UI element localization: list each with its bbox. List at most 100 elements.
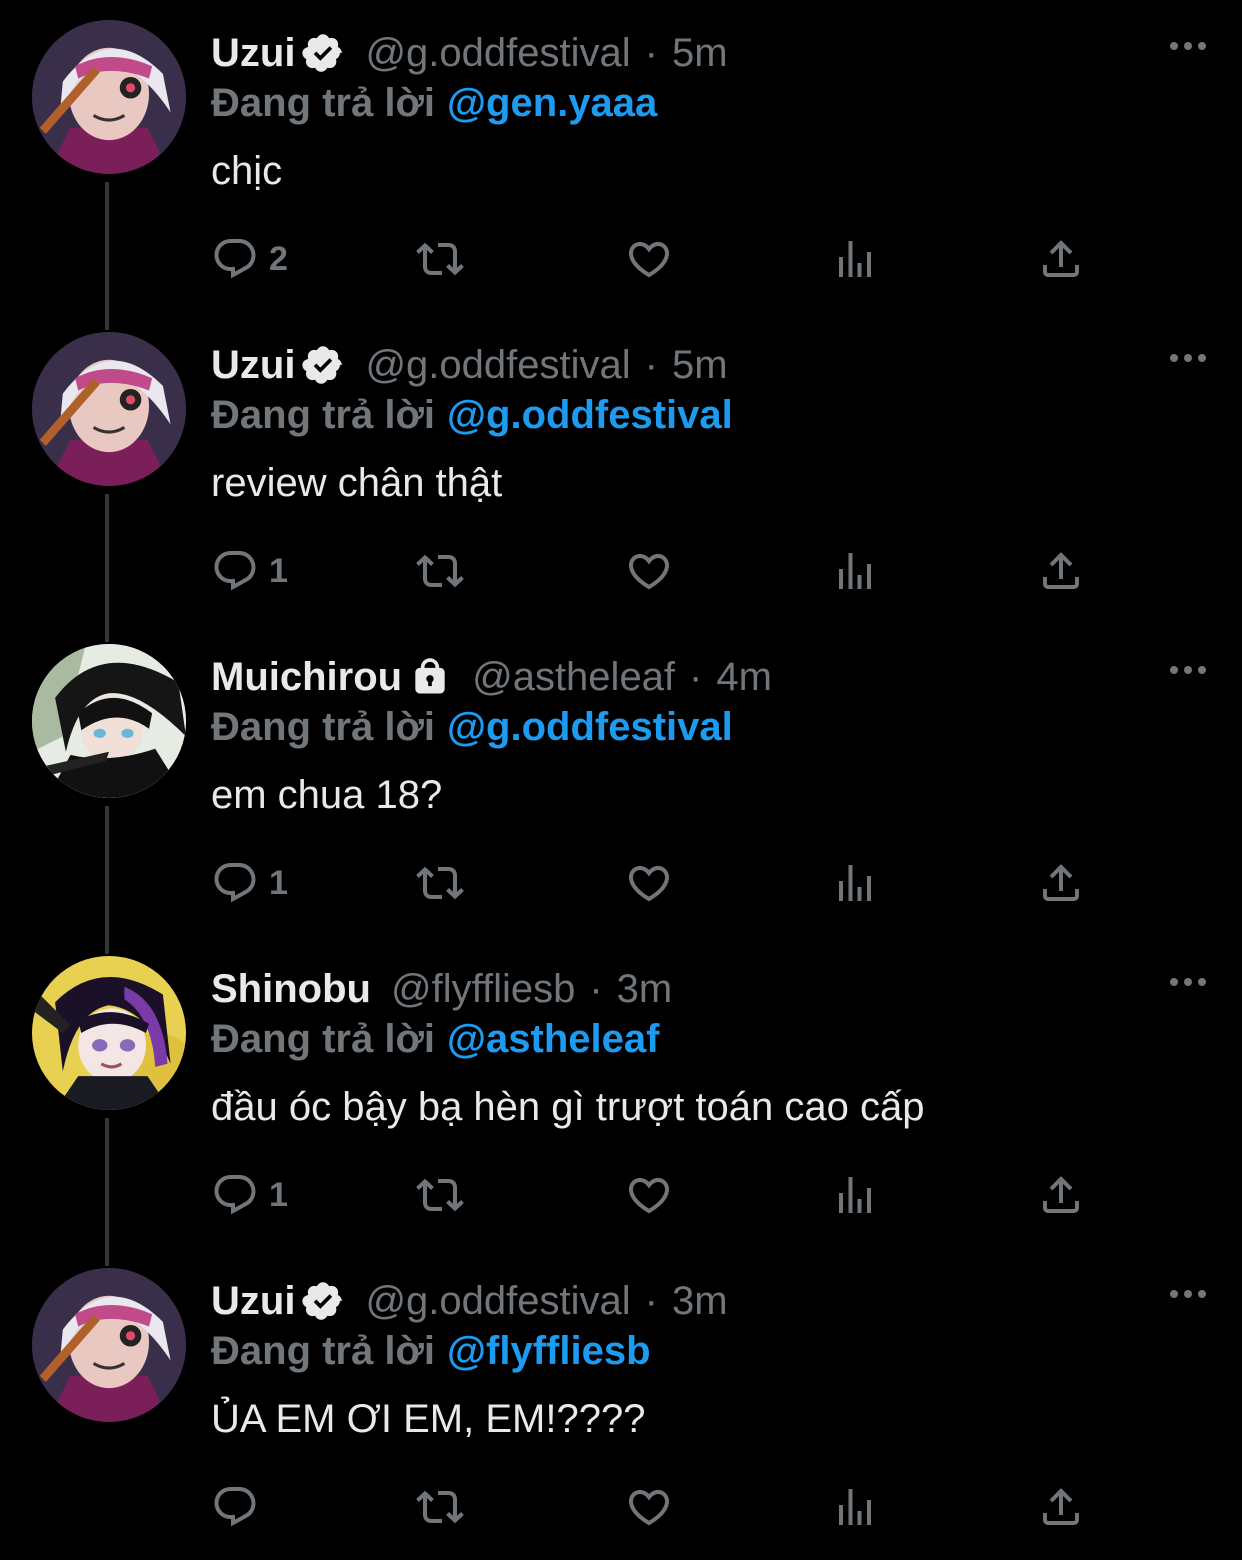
shinobu-avatar-image — [32, 956, 186, 1110]
replying-to: Đang trả lời @gen.yaaa — [211, 78, 657, 128]
separator-dot: · — [589, 967, 603, 1011]
reply-icon — [214, 1487, 256, 1527]
reply-button[interactable]: 1 — [211, 858, 288, 908]
separator-dot: · — [644, 1279, 658, 1323]
tweet[interactable]: Muichirou @astheleaf · 4m Đang trả lời @g… — [0, 624, 1242, 954]
replying-to-label: Đang trả lời — [211, 1017, 436, 1061]
avatar[interactable] — [32, 1268, 186, 1422]
tweet-header: Shinobu @flyffliesb · 3m — [211, 964, 672, 1014]
reply-icon — [214, 863, 256, 903]
views-icon — [839, 553, 871, 589]
thread-line — [105, 494, 109, 642]
muichirou-avatar-image — [32, 644, 186, 798]
retweet-button[interactable] — [416, 546, 464, 596]
display-name[interactable]: Muichirou — [211, 652, 402, 702]
avatar[interactable] — [32, 956, 186, 1110]
share-button[interactable] — [1037, 1482, 1085, 1532]
avatar[interactable] — [32, 332, 186, 486]
reply-to-handle[interactable]: @flyffliesb — [447, 1329, 650, 1373]
views-icon — [839, 1489, 871, 1525]
views-button[interactable] — [831, 858, 879, 908]
tweet[interactable]: Uzui @g.oddfestival · 5m Đang trả lời @g.… — [0, 312, 1242, 642]
like-button[interactable] — [625, 546, 673, 596]
share-button[interactable] — [1037, 234, 1085, 284]
like-button[interactable] — [625, 234, 673, 284]
thread-line — [105, 182, 109, 330]
more-icon[interactable] — [1168, 660, 1208, 680]
display-name[interactable]: Uzui — [211, 340, 295, 390]
reply-button[interactable]: 2 — [211, 234, 288, 284]
tweet-header: Uzui @g.oddfestival · 5m — [211, 28, 728, 78]
retweet-icon — [416, 1178, 464, 1212]
timestamp[interactable]: 5m — [672, 340, 728, 390]
retweet-button[interactable] — [416, 858, 464, 908]
replying-to: Đang trả lời @g.oddfestival — [211, 702, 733, 752]
reply-button[interactable]: 1 — [211, 546, 288, 596]
views-icon — [839, 1177, 871, 1213]
avatar[interactable] — [32, 20, 186, 174]
tweet-actions: 2 — [211, 214, 1111, 304]
share-icon — [1043, 240, 1079, 277]
timestamp[interactable]: 3m — [617, 964, 673, 1014]
timestamp[interactable]: 4m — [716, 652, 772, 702]
reply-count: 1 — [269, 863, 288, 902]
views-icon — [839, 865, 871, 901]
reply-count: 1 — [269, 551, 288, 590]
tweet-text: ỦA EM ƠI EM, EM!???? — [211, 1397, 646, 1441]
user-handle[interactable]: @g.oddfestival — [365, 28, 630, 78]
share-icon — [1043, 1488, 1079, 1525]
tweet-header: Uzui @g.oddfestival · 5m — [211, 340, 728, 390]
tweet-header: Muichirou @astheleaf · 4m — [211, 652, 772, 702]
more-icon[interactable] — [1168, 348, 1208, 368]
display-name[interactable]: Uzui — [211, 28, 295, 78]
reply-to-handle[interactable]: @g.oddfestival — [447, 393, 733, 437]
timestamp[interactable]: 5m — [672, 28, 728, 78]
views-button[interactable] — [831, 546, 879, 596]
more-icon[interactable] — [1168, 1284, 1208, 1304]
tweet-text: em chua 18? — [211, 773, 443, 817]
user-handle[interactable]: @astheleaf — [472, 652, 675, 702]
retweet-button[interactable] — [416, 1170, 464, 1220]
user-handle[interactable]: @g.oddfestival — [365, 340, 630, 390]
tweet[interactable]: Uzui @g.oddfestival · 5m Đang trả lời @ge… — [0, 0, 1242, 330]
lock-icon — [408, 655, 452, 699]
reply-button[interactable]: 1 — [211, 1170, 288, 1220]
share-button[interactable] — [1037, 858, 1085, 908]
user-handle[interactable]: @flyffliesb — [391, 964, 575, 1014]
reply-to-handle[interactable]: @astheleaf — [447, 1017, 659, 1061]
reply-to-handle[interactable]: @g.oddfestival — [447, 705, 733, 749]
reply-button[interactable] — [211, 1482, 269, 1532]
tweet-text: review chân thật — [211, 461, 503, 505]
reply-icon — [214, 239, 256, 279]
user-handle[interactable]: @g.oddfestival — [365, 1276, 630, 1326]
share-icon — [1043, 864, 1079, 901]
verified-icon — [301, 31, 345, 75]
views-button[interactable] — [831, 1170, 879, 1220]
display-name[interactable]: Shinobu — [211, 964, 371, 1014]
share-button[interactable] — [1037, 546, 1085, 596]
tweet[interactable]: Shinobu @flyffliesb · 3m Đang trả lời @as… — [0, 936, 1242, 1266]
retweet-button[interactable] — [416, 1482, 464, 1532]
display-name[interactable]: Uzui — [211, 1276, 295, 1326]
views-button[interactable] — [831, 234, 879, 284]
more-icon[interactable] — [1168, 972, 1208, 992]
like-button[interactable] — [625, 858, 673, 908]
reply-to-handle[interactable]: @gen.yaaa — [447, 81, 657, 125]
like-button[interactable] — [625, 1482, 673, 1532]
replying-to: Đang trả lời @g.oddfestival — [211, 390, 733, 440]
like-button[interactable] — [625, 1170, 673, 1220]
avatar[interactable] — [32, 644, 186, 798]
share-button[interactable] — [1037, 1170, 1085, 1220]
tweet[interactable]: Uzui @g.oddfestival · 3m Đang trả lời @fl… — [0, 1248, 1242, 1560]
like-icon — [628, 1490, 670, 1526]
replying-to-label: Đang trả lời — [211, 1329, 436, 1373]
uzui-avatar-image — [32, 20, 186, 174]
reply-icon — [214, 551, 256, 591]
reply-count: 2 — [269, 239, 288, 278]
views-icon — [839, 241, 871, 277]
timestamp[interactable]: 3m — [672, 1276, 728, 1326]
retweet-button[interactable] — [416, 234, 464, 284]
more-icon[interactable] — [1168, 36, 1208, 56]
views-button[interactable] — [831, 1482, 879, 1532]
tweet-header: Uzui @g.oddfestival · 3m — [211, 1276, 728, 1326]
